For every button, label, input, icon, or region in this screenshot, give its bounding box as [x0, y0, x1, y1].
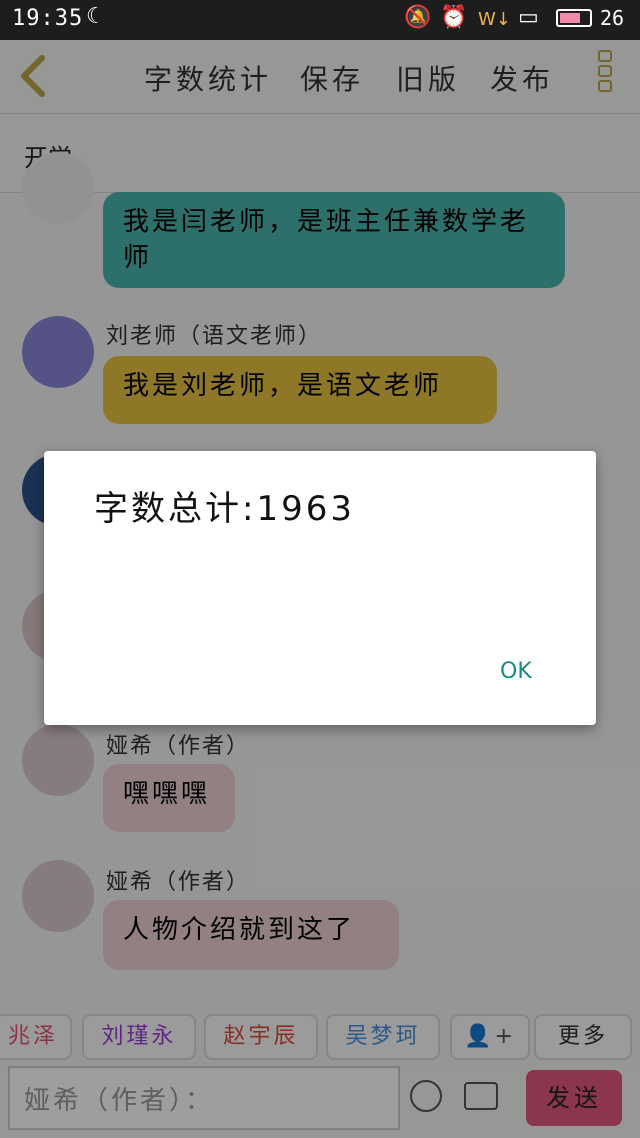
dialog-message: 字数总计:1963	[94, 489, 355, 529]
alarm-icon: ⏰	[440, 5, 468, 30]
status-time: 19:35	[12, 6, 84, 31]
word-count-dialog: 字数总计:1963 OK	[44, 451, 596, 725]
status-bar: 19:35 ☾ 🔕 ⏰ W↓ ▭ 26	[0, 0, 640, 40]
screen-icon: ▭	[518, 5, 539, 30]
ok-button[interactable]: OK	[500, 659, 532, 684]
battery-level: 26	[600, 6, 625, 30]
battery-icon	[556, 9, 592, 27]
mute-icon: 🔕	[404, 5, 432, 30]
moon-icon: ☾	[86, 4, 106, 29]
signal-icon: W↓	[478, 9, 511, 30]
